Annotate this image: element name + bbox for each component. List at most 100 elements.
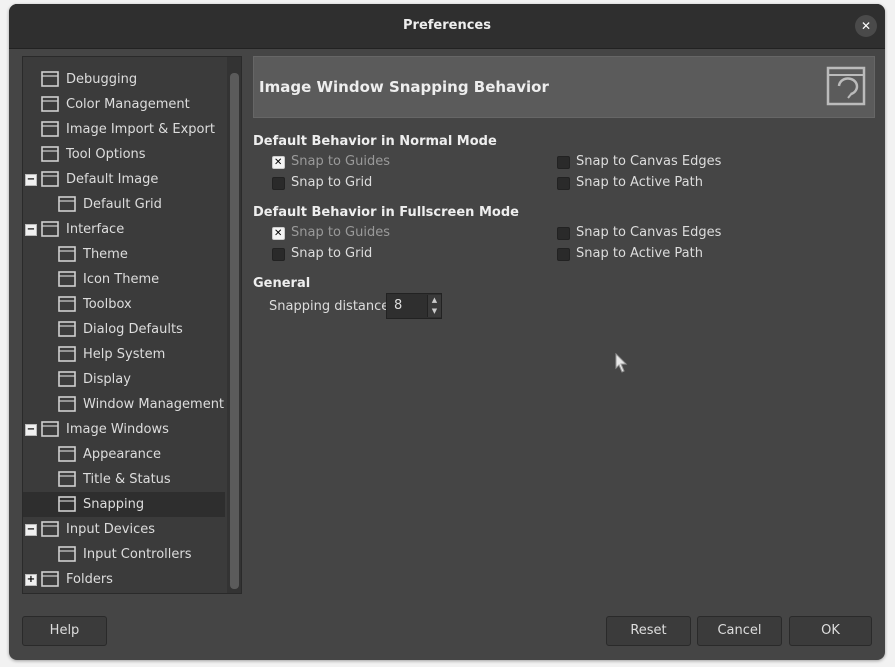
page-header: Image Window Snapping Behavior — [253, 56, 875, 118]
snapping-distance-spinner[interactable]: 8 ▲ ▼ — [386, 293, 442, 319]
sidebar-item[interactable]: Theme — [23, 242, 225, 267]
scrollbar-thumb[interactable] — [230, 73, 239, 589]
interface-icon — [41, 221, 59, 237]
dialog-title: Preferences — [403, 18, 491, 33]
sidebar-item-label: Dialog Defaults — [83, 322, 183, 337]
sidebar-item[interactable]: Dialog Defaults — [23, 317, 225, 342]
input-controllers-icon — [58, 546, 76, 562]
snapping-distance-value[interactable]: 8 — [394, 294, 402, 318]
mouse-pointer-icon — [615, 353, 628, 373]
expand-icon[interactable]: + — [25, 574, 37, 586]
tool-options-icon — [41, 146, 59, 162]
display-icon — [58, 371, 76, 387]
sidebar-item-label: Folders — [66, 572, 113, 587]
appearance-icon — [58, 446, 76, 462]
preferences-dialog: Preferences ✕ Debugging Color Management I… — [9, 4, 885, 660]
theme-icon — [58, 246, 76, 262]
sidebar-item-label: Theme — [83, 247, 128, 262]
titlebar: Preferences ✕ — [9, 4, 885, 49]
title-status-icon — [58, 471, 76, 487]
sidebar-item[interactable]: − Image Windows — [23, 417, 225, 442]
sidebar-item-label: Default Image — [66, 172, 159, 187]
checkbox[interactable] — [557, 177, 570, 190]
collapse-icon[interactable]: − — [25, 424, 37, 436]
sidebar-item[interactable]: − Input Devices — [23, 517, 225, 542]
preferences-sidebar[interactable]: Debugging Color Management Image Import & … — [22, 56, 242, 594]
toolbox-icon — [58, 296, 76, 312]
checkbox-label: Snap to Guides — [291, 225, 390, 240]
sidebar-item[interactable]: Help System — [23, 342, 225, 367]
sidebar-item-label: Snapping — [83, 497, 145, 512]
sidebar-item[interactable]: Snapping — [23, 492, 225, 517]
sidebar-scrollbar[interactable] — [227, 57, 241, 593]
sidebar-item-label: Debugging — [66, 72, 138, 87]
checkbox-label: Snap to Grid — [291, 246, 373, 261]
checkbox[interactable] — [272, 177, 285, 190]
checkbox-label: Snap to Active Path — [576, 246, 703, 261]
sidebar-item-label: Default Grid — [83, 197, 162, 212]
sidebar-item[interactable]: Appearance — [23, 442, 225, 467]
sidebar-item-label: Image Import & Export — [66, 122, 215, 137]
sidebar-item-label: Title & Status — [83, 472, 171, 487]
lifebuoy-icon — [58, 346, 76, 362]
checkbox-label: Snap to Active Path — [576, 175, 703, 190]
sidebar-item-label: Window Management — [83, 397, 225, 412]
sidebar-item[interactable]: Color Management — [23, 92, 225, 117]
window-management-icon — [58, 396, 76, 412]
sidebar-item[interactable]: Default Grid — [23, 192, 225, 217]
page-content: Image Window Snapping Behavior Default B… — [253, 56, 875, 596]
checkbox-label: Snap to Guides — [291, 154, 390, 169]
sidebar-item[interactable]: Icon Theme — [23, 267, 225, 292]
folders-icon — [41, 571, 59, 587]
sidebar-item-label: Interface — [66, 222, 125, 237]
checkbox-label: Snap to Canvas Edges — [576, 225, 722, 240]
sidebar-item-label: Icon Theme — [83, 272, 160, 287]
sidebar-item[interactable]: + Folders — [23, 567, 225, 592]
page-title: Image Window Snapping Behavior — [259, 78, 549, 96]
collapse-icon[interactable]: − — [25, 174, 37, 186]
help-button[interactable]: Help — [22, 616, 107, 646]
decrement-arrow-icon[interactable]: ▼ — [427, 306, 441, 317]
collapse-icon[interactable]: − — [25, 224, 37, 236]
sidebar-item-label: Tool Options — [66, 147, 146, 162]
sidebar-item[interactable]: − Interface — [23, 217, 225, 242]
cancel-button[interactable]: Cancel — [697, 616, 782, 646]
default-image-icon — [41, 171, 59, 187]
checkbox[interactable] — [272, 154, 285, 172]
snapping-icon — [58, 496, 76, 512]
input-devices-icon — [41, 521, 59, 537]
checkbox-label: Snap to Canvas Edges — [576, 154, 722, 169]
reset-button[interactable]: Reset — [606, 616, 691, 646]
checkbox[interactable] — [557, 227, 570, 240]
collapse-icon[interactable]: − — [25, 524, 37, 536]
image-windows-icon — [41, 421, 59, 437]
checkbox[interactable] — [557, 156, 570, 169]
dialog-defaults-icon — [58, 321, 76, 337]
sidebar-item-label: Display — [83, 372, 131, 387]
sidebar-item[interactable]: Tool Options — [23, 142, 225, 167]
color-management-icon — [41, 96, 59, 112]
sidebar-item[interactable]: − Default Image — [23, 167, 225, 192]
close-button[interactable]: ✕ — [855, 15, 877, 37]
sidebar-item[interactable]: Toolbox — [23, 292, 225, 317]
checkbox-label: Snap to Grid — [291, 175, 373, 190]
sidebar-item[interactable]: Window Management — [23, 392, 225, 417]
sidebar-item[interactable]: Title & Status — [23, 467, 225, 492]
increment-arrow-icon[interactable]: ▲ — [427, 295, 441, 306]
debug-icon — [41, 71, 59, 87]
sidebar-item-label: Input Devices — [66, 522, 156, 537]
checkbox[interactable] — [272, 248, 285, 261]
sidebar-item[interactable]: Debugging — [23, 67, 225, 92]
normal-mode-heading: Default Behavior in Normal Mode — [253, 134, 497, 149]
sidebar-item[interactable]: Input Controllers — [23, 542, 225, 567]
ok-button[interactable]: OK — [789, 616, 872, 646]
grid-icon — [58, 196, 76, 212]
checkbox[interactable] — [557, 248, 570, 261]
snapping-icon — [826, 66, 866, 106]
sidebar-item-label: Input Controllers — [83, 547, 192, 562]
sidebar-item[interactable]: Image Import & Export — [23, 117, 225, 142]
checkbox[interactable] — [272, 225, 285, 243]
fullscreen-mode-heading: Default Behavior in Fullscreen Mode — [253, 205, 519, 220]
icon-theme-icon — [58, 271, 76, 287]
sidebar-item[interactable]: Display — [23, 367, 225, 392]
